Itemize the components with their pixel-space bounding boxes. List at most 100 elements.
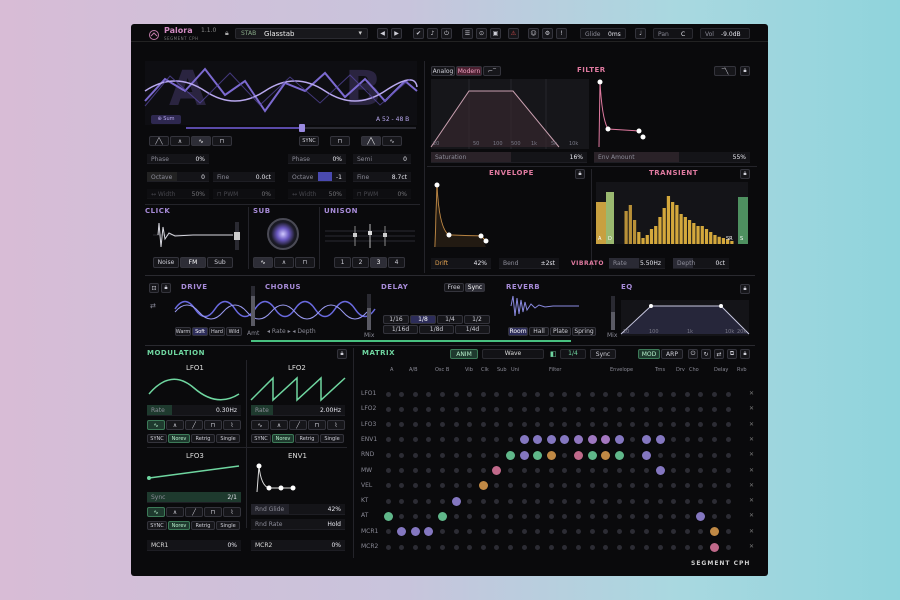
matrix-cell[interactable] [535,498,541,504]
matrix-row-clear-icon[interactable]: ✕ [749,390,754,397]
matrix-cell[interactable] [725,529,731,535]
matrix-cell[interactable] [399,422,405,428]
matrix-cell[interactable] [424,527,434,537]
matrix-cell[interactable] [684,529,690,535]
matrix-cell[interactable] [603,391,609,397]
matrix-cell[interactable] [426,513,432,519]
matrix-cell[interactable] [587,450,597,460]
matrix-cell[interactable] [480,437,486,443]
matrix-cell[interactable] [535,544,541,550]
matrix-cell[interactable] [467,437,473,443]
matrix-cell[interactable] [589,529,595,535]
matrix-cell[interactable] [494,452,500,458]
matrix-cell[interactable] [671,391,677,397]
matrix-cell[interactable] [439,406,445,412]
matrix-cell[interactable] [494,437,500,443]
matrix-cell[interactable] [725,498,731,504]
matrix-cell[interactable] [630,437,636,443]
matrix-cell[interactable] [603,483,609,489]
matrix-cell[interactable] [725,406,731,412]
matrix-cell[interactable] [478,481,488,491]
matrix-cell[interactable] [410,527,420,537]
matrix-cell[interactable] [385,452,391,458]
matrix-row-clear-icon[interactable]: ✕ [749,512,754,519]
matrix-cell[interactable] [616,468,622,473]
matrix-cell[interactable] [630,529,636,535]
matrix-cell[interactable] [397,527,407,537]
matrix-cell[interactable] [671,452,677,458]
matrix-cell[interactable] [589,468,595,473]
matrix-row-clear-icon[interactable]: ✕ [749,405,754,412]
matrix-cell[interactable] [671,544,677,550]
matrix-cell[interactable] [562,452,568,458]
matrix-cell[interactable] [641,435,651,445]
matrix-cell[interactable] [562,391,568,397]
matrix-cell[interactable] [507,529,513,535]
matrix-cell[interactable] [575,406,581,412]
matrix-cell[interactable] [492,466,502,475]
matrix-cell[interactable] [535,513,541,519]
matrix-cell[interactable] [426,544,432,550]
matrix-cell[interactable] [383,511,393,521]
matrix-cell[interactable] [643,529,649,535]
matrix-cell[interactable] [548,498,554,504]
matrix-cell[interactable] [711,483,717,489]
matrix-cell[interactable] [439,391,445,397]
matrix-cell[interactable] [575,498,581,504]
matrix-cell[interactable] [562,529,568,535]
matrix-cell[interactable] [671,513,677,519]
matrix-cell[interactable] [399,483,405,489]
matrix-cell[interactable] [453,391,459,397]
matrix-cell[interactable] [439,422,445,428]
matrix-cell[interactable] [467,498,473,504]
matrix-cell[interactable] [684,391,690,397]
matrix-cell[interactable] [671,468,677,473]
matrix-cell[interactable] [437,511,447,521]
matrix-cell[interactable] [575,513,581,519]
matrix-cell[interactable] [467,391,473,397]
matrix-cell[interactable] [641,450,651,460]
matrix-cell[interactable] [643,422,649,428]
matrix-cell[interactable] [725,513,731,519]
matrix-cell[interactable] [439,544,445,550]
matrix-cell[interactable] [709,542,719,552]
matrix-cell[interactable] [412,437,418,443]
matrix-cell[interactable] [643,468,649,473]
matrix-cell[interactable] [521,498,527,504]
matrix-cell[interactable] [467,468,473,473]
matrix-cell[interactable] [671,437,677,443]
matrix-cell[interactable] [467,529,473,535]
matrix-cell[interactable] [519,450,529,460]
matrix-cell[interactable] [655,466,665,475]
matrix-cell[interactable] [439,498,445,504]
matrix-cell[interactable] [614,435,624,445]
matrix-cell[interactable] [453,544,459,550]
matrix-cell[interactable] [494,391,500,397]
matrix-cell[interactable] [603,529,609,535]
matrix-cell[interactable] [601,450,611,460]
matrix-cell[interactable] [507,468,513,473]
matrix-cell[interactable] [399,452,405,458]
matrix-cell[interactable] [643,513,649,519]
matrix-cell[interactable] [616,529,622,535]
matrix-cell[interactable] [467,452,473,458]
matrix-cell[interactable] [601,435,611,445]
matrix-cell[interactable] [467,544,473,550]
matrix-cell[interactable] [548,391,554,397]
matrix-cell[interactable] [575,391,581,397]
matrix-cell[interactable] [573,435,583,445]
matrix-cell[interactable] [711,406,717,412]
matrix-cell[interactable] [643,483,649,489]
matrix-cell[interactable] [385,468,391,473]
matrix-cell[interactable] [643,544,649,550]
matrix-cell[interactable] [426,468,432,473]
matrix-cell[interactable] [480,529,486,535]
matrix-cell[interactable] [589,544,595,550]
matrix-cell[interactable] [521,483,527,489]
matrix-cell[interactable] [494,406,500,412]
matrix-cell[interactable] [548,513,554,519]
matrix-cell[interactable] [562,513,568,519]
matrix-cell[interactable] [698,422,704,428]
matrix-cell[interactable] [494,422,500,428]
matrix-cell[interactable] [426,483,432,489]
